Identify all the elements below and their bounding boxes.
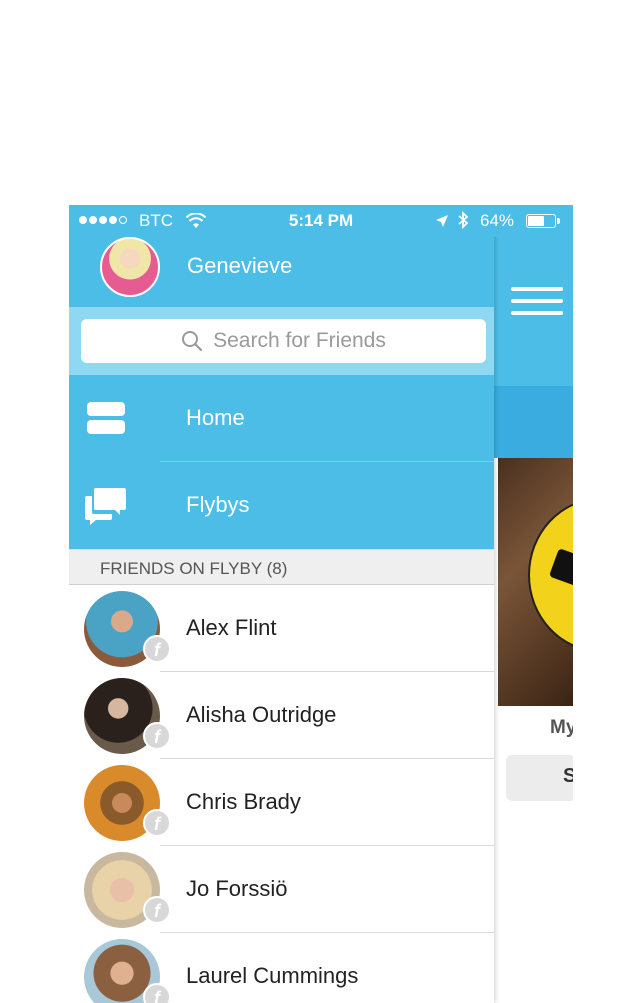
flyby-badge-icon: f — [143, 896, 171, 924]
soccer-ball-photo[interactable] — [498, 458, 573, 706]
battery-icon — [526, 214, 560, 228]
friend-name: Alex Flint — [186, 615, 277, 640]
chat-bubbles-icon — [84, 484, 128, 533]
menu-item-home[interactable]: Home — [69, 375, 494, 461]
menu-item-label: Home — [186, 405, 245, 430]
friends-section-header: FRIENDS ON FLYBY (8) — [69, 549, 494, 585]
partial-button[interactable]: S — [506, 755, 573, 801]
profile-header[interactable]: Genevieve — [69, 237, 494, 307]
list-item[interactable]: f Alex Flint — [69, 585, 494, 672]
avatar[interactable] — [100, 237, 160, 297]
partial-button-label: S — [563, 765, 573, 787]
profile-name: Genevieve — [187, 253, 293, 278]
location-arrow-icon — [435, 213, 449, 233]
friend-name: Jo Forssiö — [186, 876, 288, 901]
main-subheader-bar — [494, 386, 573, 458]
search-bar-area: Search for Friends — [69, 307, 494, 375]
flyby-badge-icon: f — [143, 722, 171, 750]
list-item[interactable]: f Alisha Outridge — [69, 672, 494, 759]
main-screen-behind: My S — [494, 205, 573, 1003]
list-item[interactable]: f Jo Forssiö — [69, 846, 494, 933]
friend-name: Chris Brady — [186, 789, 301, 814]
search-placeholder: Search for Friends — [213, 329, 386, 352]
caption-fragment: My — [550, 717, 573, 738]
main-menu: Home Flybys — [69, 375, 494, 549]
main-header-bar — [494, 237, 573, 386]
menu-item-flybys[interactable]: Flybys — [69, 462, 494, 548]
flyby-badge-icon: f — [143, 809, 171, 837]
phone-screen: BTC 5:14 PM 64% My S Genevieve Search fo… — [69, 205, 573, 1003]
section-title: FRIENDS ON FLYBY (8) — [100, 559, 288, 578]
search-icon — [182, 331, 203, 352]
flyby-badge-icon: f — [143, 983, 171, 1003]
battery-percent: 64% — [480, 211, 515, 230]
menu-item-label: Flybys — [186, 492, 250, 517]
friends-list: f Alex Flint f Alisha Outridge f Chris B… — [69, 585, 494, 1003]
hamburger-menu-icon[interactable] — [511, 287, 563, 323]
status-bar: BTC 5:14 PM 64% — [69, 205, 573, 237]
search-input[interactable]: Search for Friends — [81, 319, 486, 363]
bluetooth-icon — [457, 210, 469, 234]
side-drawer: Genevieve Search for Friends Home Flybys… — [69, 205, 494, 1003]
list-item[interactable]: f Laurel Cummings — [69, 933, 494, 1003]
flyby-badge-icon: f — [143, 635, 171, 663]
home-icon — [87, 402, 125, 434]
friend-name: Alisha Outridge — [186, 702, 337, 727]
list-item[interactable]: f Chris Brady — [69, 759, 494, 846]
friend-name: Laurel Cummings — [186, 963, 359, 988]
